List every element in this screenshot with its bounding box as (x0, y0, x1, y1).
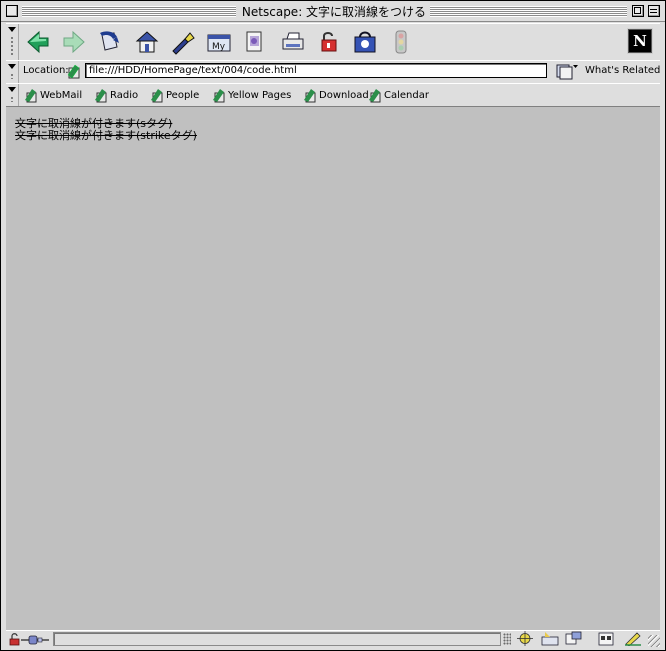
collapse-box[interactable] (648, 5, 660, 17)
my-netscape-icon: My (207, 34, 231, 52)
my-netscape-button[interactable]: My (206, 29, 232, 55)
title-bar[interactable]: Netscape: 文字に取消線をつける (1, 1, 665, 22)
location-grip[interactable] (6, 61, 19, 83)
location-toolbar: Location: What's Related (6, 60, 660, 84)
svg-text:My: My (212, 42, 226, 52)
bookmark-icon (369, 89, 381, 103)
mail-component-icon[interactable] (541, 631, 559, 646)
bookmark-label: Yellow Pages (228, 90, 292, 101)
home-icon (135, 31, 159, 53)
back-arrow-icon (27, 30, 49, 54)
reload-icon (100, 31, 119, 51)
bookmark-icon (25, 89, 37, 103)
edit-pencil-component-icon[interactable] (624, 631, 642, 646)
bookmark-label: Calendar (384, 90, 429, 101)
printer-icon (282, 32, 304, 50)
component-bar-grip[interactable] (503, 633, 511, 645)
strikethrough-text-strike-tag: 文字に取消線が付きます(strikeタグ) (15, 129, 197, 142)
title-stripes-left (22, 6, 236, 17)
composer-component-icon[interactable] (564, 631, 582, 646)
toolbar-grip[interactable] (6, 24, 19, 60)
resize-handle[interactable] (648, 635, 660, 647)
netscape-logo-icon[interactable]: N (628, 29, 652, 53)
reload-button[interactable] (96, 29, 122, 55)
back-button[interactable] (26, 29, 52, 55)
bookmark-icon (304, 89, 316, 103)
print-button[interactable] (280, 29, 306, 55)
whats-related-button[interactable]: What's Related (585, 65, 660, 76)
page-proxy-icon[interactable] (66, 63, 82, 79)
security-status-icon[interactable] (9, 632, 53, 646)
page-content: 文字に取消線が付きます(sタグ) 文字に取消線が付きます(strikeタグ) (6, 106, 660, 630)
close-box[interactable] (6, 5, 18, 17)
bookmark-label: Download (319, 90, 369, 101)
personal-toolbar: WebMail Radio People Yellow Pages Downlo… (6, 83, 660, 107)
forward-arrow-icon (63, 30, 85, 54)
status-message-field (53, 632, 501, 646)
navigator-component-icon[interactable] (516, 631, 534, 646)
stop-button[interactable] (388, 29, 414, 55)
shop-button[interactable] (352, 29, 378, 55)
stop-traffic-light-icon (395, 30, 407, 54)
images-icon (246, 31, 262, 52)
personal-grip[interactable] (6, 84, 19, 106)
bookmark-label: People (166, 90, 200, 101)
window-title: Netscape: 文字に取消線をつける (241, 3, 427, 20)
search-flashlight-icon (172, 32, 195, 55)
browser-window: Netscape: 文字に取消線をつける My N Location: file… (0, 0, 666, 651)
home-button[interactable] (134, 29, 160, 55)
security-button[interactable] (316, 29, 342, 55)
title-stripes-right (430, 6, 627, 17)
bookmark-label: WebMail (40, 90, 83, 101)
search-button[interactable] (170, 29, 196, 55)
shop-bag-icon (354, 31, 376, 53)
address-book-component-icon[interactable] (597, 631, 615, 646)
url-field[interactable] (85, 63, 547, 78)
security-lock-icon (321, 32, 337, 52)
bookmark-label: Radio (110, 90, 139, 101)
whats-related-icon[interactable] (556, 63, 578, 80)
location-label: Location: (23, 65, 69, 76)
zoom-box[interactable] (632, 5, 644, 17)
images-button[interactable] (242, 29, 268, 55)
navigation-toolbar: My N (6, 23, 660, 61)
forward-button[interactable] (60, 29, 86, 55)
bookmark-icon (151, 89, 163, 103)
status-bar (6, 630, 660, 647)
bookmark-icon (213, 89, 225, 103)
bookmark-icon (95, 89, 107, 103)
